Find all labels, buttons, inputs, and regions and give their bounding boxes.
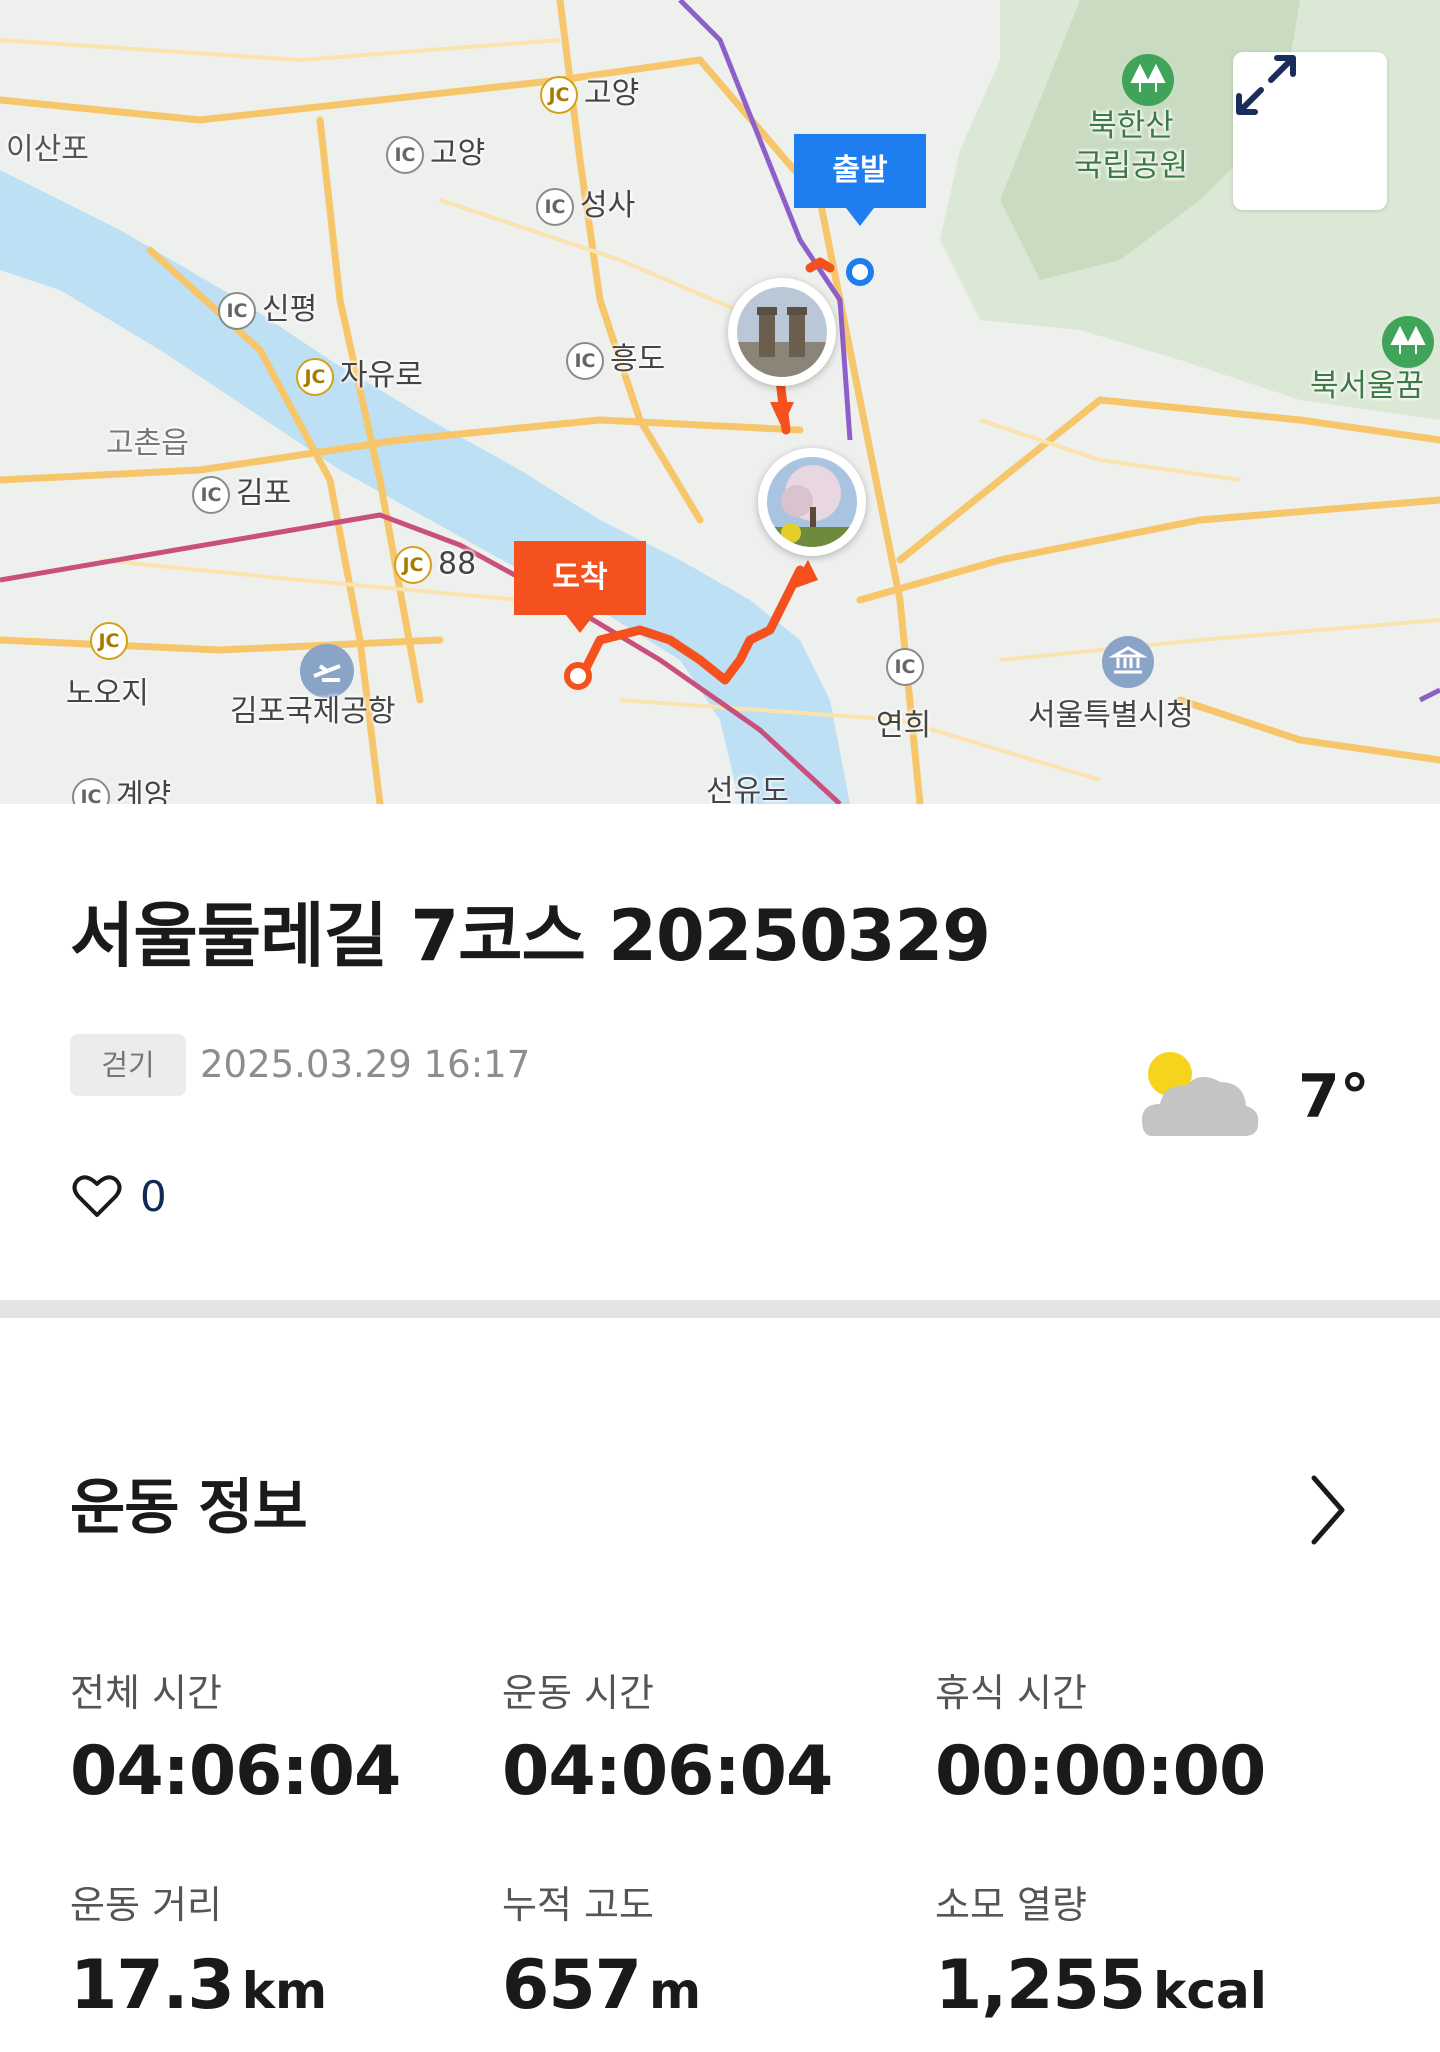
- end-marker[interactable]: 도착: [514, 541, 646, 615]
- map-label-seonyudo: 선유도: [706, 774, 789, 804]
- map-label-bukhansan: 북한산 국립공원: [1074, 108, 1189, 184]
- temperature: 7°: [1298, 1062, 1370, 1132]
- rest-time-value: 00:00:00: [935, 1732, 1266, 1811]
- elevation-value: 657 m: [502, 1946, 702, 2025]
- start-marker-pointer: [846, 208, 874, 226]
- activity-type-badge: 걷기: [70, 1034, 186, 1096]
- jc-badge-icon: JC: [90, 622, 128, 660]
- map-background: [0, 0, 1440, 804]
- total-time-value: 04:06:04: [70, 1732, 401, 1811]
- map-label-ic-yeonhui: IC: [886, 648, 930, 686]
- photo-pin-2[interactable]: [758, 448, 866, 556]
- ic-badge-icon: IC: [386, 135, 424, 174]
- map-label-yeonhui: 연희: [876, 708, 932, 743]
- partly-cloudy-icon: [1140, 1046, 1260, 1140]
- workout-info-title: 운동 정보: [70, 1473, 308, 1543]
- ic-badge-icon: IC: [566, 341, 604, 380]
- moving-time-value: 04:06:04: [502, 1732, 833, 1811]
- map-expand-button[interactable]: [1233, 52, 1387, 210]
- map-label-seoul-city-hall: 서울특별시청: [1028, 698, 1194, 733]
- rest-time-label: 휴식 시간: [935, 1671, 1087, 1715]
- moving-time-label: 운동 시간: [502, 1671, 654, 1715]
- route-map[interactable]: 이산포 JC 고양 IC 고양 IC 성사 IC 신평 JC 자유로 IC 흥도 고촌읍 I…: [0, 0, 1440, 804]
- map-label-isanpo: 이산포: [6, 132, 89, 167]
- map-label-seongsa: IC 성사: [536, 180, 635, 226]
- photo-thumbnail-stone-posts: [737, 287, 827, 377]
- map-label-goyang-jc: JC 고양: [540, 68, 639, 114]
- like-control[interactable]: 0: [72, 1168, 167, 1224]
- end-marker-pointer: [566, 615, 594, 633]
- map-label-sinpyeong: IC 신평: [218, 284, 317, 330]
- elevation-label: 누적 고도: [502, 1883, 654, 1927]
- photo-pin-1[interactable]: [728, 278, 836, 386]
- start-marker[interactable]: 출발: [794, 134, 926, 208]
- map-label-heungdo: IC 흥도: [566, 334, 665, 380]
- distance-unit: km: [241, 1962, 328, 2020]
- chevron-right-icon: [1311, 1475, 1345, 1545]
- like-count: 0: [140, 1171, 167, 1221]
- heart-icon[interactable]: [72, 1173, 122, 1219]
- ic-badge-icon: IC: [218, 291, 256, 330]
- ic-badge-icon: IC: [192, 475, 230, 514]
- map-label-gyeyang: IC 계양: [72, 770, 171, 804]
- map-label-gimpo: IC 김포: [192, 468, 291, 514]
- distance-value: 17.3 km: [70, 1946, 328, 2025]
- record-title: 서울둘레길 7코스 20250329: [70, 895, 991, 977]
- workout-info-detail-button[interactable]: [1308, 1472, 1348, 1552]
- jc-badge-icon: JC: [394, 546, 432, 584]
- map-label-bukseoul: 북서울꿈: [1310, 368, 1425, 404]
- calories-unit: kcal: [1153, 1962, 1267, 2020]
- map-label-gimpo-airport: 김포국제공항: [230, 694, 396, 729]
- record-datetime: 2025.03.29 16:17: [200, 1043, 531, 1086]
- ic-badge-icon: IC: [886, 648, 924, 686]
- section-divider: [0, 1300, 1440, 1318]
- calories-label: 소모 열량: [935, 1883, 1087, 1927]
- ic-badge-icon: IC: [536, 187, 574, 226]
- photo-thumbnail-blossom-tree: [767, 457, 857, 547]
- jc-badge-icon: JC: [296, 357, 334, 396]
- ic-badge-icon: IC: [72, 777, 110, 804]
- jc-badge-icon: JC: [540, 75, 578, 114]
- map-label-jc88: JC 88: [394, 546, 476, 584]
- elevation-unit: m: [648, 1962, 702, 2020]
- map-label-goyang-ic: IC 고양: [386, 128, 485, 174]
- expand-arrows-icon: [1236, 55, 1296, 115]
- map-label-nooji: 노오지: [66, 676, 149, 711]
- calories-value: 1,255 kcal: [935, 1946, 1267, 2025]
- distance-label: 운동 거리: [70, 1883, 222, 1927]
- map-label-jc-isolated: JC: [90, 622, 134, 660]
- map-label-gochon: 고촌읍: [106, 426, 189, 461]
- total-time-label: 전체 시간: [70, 1671, 222, 1715]
- map-label-jayuro: JC 자유로: [296, 350, 423, 396]
